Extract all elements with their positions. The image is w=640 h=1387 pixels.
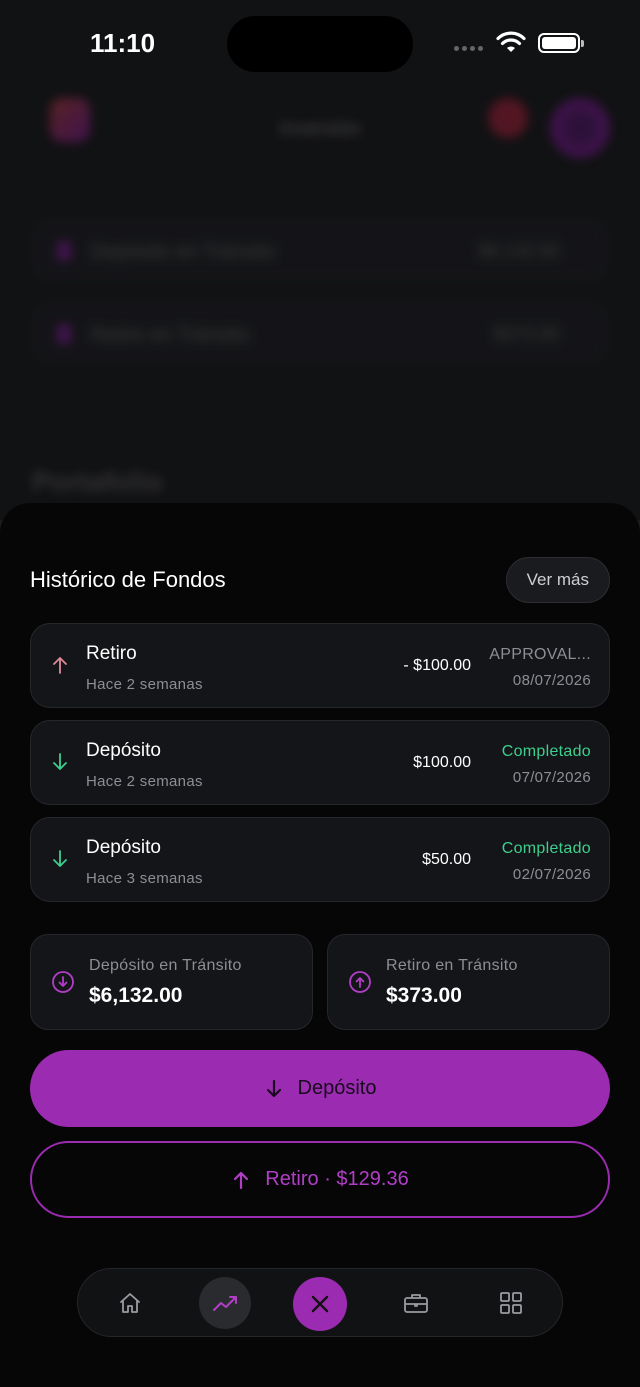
transit-label: Retiro en Tránsito [386, 957, 518, 974]
bottom-nav [77, 1268, 563, 1337]
transaction-row[interactable]: Retiro Hace 2 semanas - $100.00 APPROVAL… [30, 623, 610, 708]
transaction-time: Hace 2 semanas [86, 676, 203, 693]
arrow-up-icon [53, 657, 67, 674]
transaction-label: Retiro [86, 643, 137, 664]
arrow-down-icon [53, 850, 67, 867]
arrow-down-circle-icon [52, 971, 74, 993]
dynamic-island [227, 16, 413, 72]
transaction-amount: - $100.00 [403, 657, 471, 674]
transaction-status: Completado [501, 743, 591, 760]
battery-icon [538, 33, 584, 53]
transaction-status: Completado [501, 840, 591, 857]
transaction-amount: $50.00 [422, 851, 471, 868]
transaction-status: APPROVAL... [489, 646, 591, 663]
nav-portfolio[interactable] [390, 1279, 442, 1327]
status-bar: 11:10 [0, 0, 640, 88]
deposit-button-label: Depósito [297, 1077, 377, 1099]
transit-value: $6,132.00 [89, 984, 183, 1007]
nav-more[interactable] [485, 1279, 537, 1327]
nav-home[interactable] [104, 1279, 156, 1327]
transaction-date: 02/07/2026 [512, 866, 591, 883]
arrow-up-circle-icon [349, 971, 371, 993]
transaction-amount: $100.00 [413, 754, 471, 771]
arrow-up-icon [234, 1171, 249, 1189]
transaction-date: 07/07/2026 [512, 769, 591, 786]
withdraw-button-label: Retiro · $129.36 [265, 1168, 409, 1190]
transaction-time: Hace 2 semanas [86, 773, 203, 790]
transaction-label: Depósito [86, 740, 161, 761]
transit-value: $373.00 [386, 984, 462, 1007]
withdrawal-in-transit-card[interactable]: Retiro en Tránsito $373.00 [327, 934, 610, 1030]
close-icon [311, 1295, 329, 1313]
grid-icon [500, 1292, 522, 1314]
transaction-time: Hace 3 semanas [86, 870, 203, 887]
wifi-icon [496, 31, 526, 52]
see-more-button[interactable]: Ver más [505, 557, 610, 603]
transaction-row[interactable]: Depósito Hace 2 semanas $100.00 Completa… [30, 720, 610, 805]
home-icon [120, 1293, 140, 1313]
deposit-in-transit-card[interactable]: Depósito en Tránsito $6,132.00 [30, 934, 313, 1030]
briefcase-icon [404, 1294, 428, 1313]
transaction-row[interactable]: Depósito Hace 3 semanas $50.00 Completad… [30, 817, 610, 902]
signal-icon [454, 46, 483, 51]
sheet-title: Histórico de Fondos [30, 567, 226, 592]
transaction-date: 08/07/2026 [512, 672, 591, 689]
clock: 11:10 [90, 28, 156, 58]
withdraw-button[interactable]: Retiro · $129.36 [30, 1141, 610, 1218]
transaction-label: Depósito [86, 837, 161, 858]
deposit-button[interactable]: Depósito [30, 1050, 610, 1127]
nav-investments[interactable] [199, 1277, 251, 1329]
nav-close[interactable] [293, 1277, 347, 1331]
transit-label: Depósito en Tránsito [89, 957, 242, 974]
arrow-down-icon [266, 1079, 281, 1097]
arrow-down-icon [53, 753, 67, 770]
sheet-header: Histórico de Fondos Ver más [30, 557, 610, 603]
trend-chart-icon [213, 1296, 237, 1311]
